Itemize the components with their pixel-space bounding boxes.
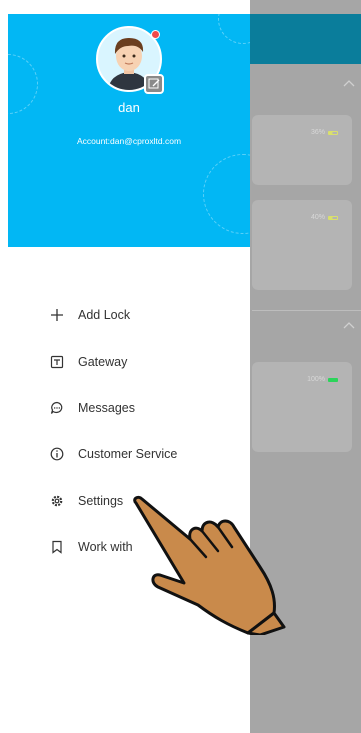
battery-yellow-icon bbox=[328, 130, 338, 135]
avatar[interactable] bbox=[96, 26, 164, 94]
battery-percent: 36% bbox=[311, 129, 338, 136]
decorative-circle bbox=[203, 154, 250, 234]
battery-percent: 40% bbox=[311, 214, 338, 221]
menu-item-label: Gateway bbox=[78, 355, 128, 369]
menu-item-label: Messages bbox=[78, 401, 135, 415]
menu-item-messages[interactable]: Messages bbox=[50, 393, 240, 423]
menu-item-gateway[interactable]: Gateway bbox=[50, 347, 240, 377]
notification-dot bbox=[151, 30, 160, 39]
divider bbox=[252, 310, 361, 311]
account-email: Account:dan@cproxltd.com bbox=[76, 136, 182, 146]
gear-icon bbox=[50, 494, 64, 508]
battery-green-icon bbox=[328, 377, 338, 382]
edit-icon[interactable] bbox=[144, 74, 164, 94]
pointing-hand-icon bbox=[133, 495, 286, 635]
chat-icon bbox=[50, 401, 64, 415]
background-lock-card[interactable]: 36% bbox=[252, 115, 352, 185]
decorative-circle bbox=[218, 14, 250, 44]
background-lock-card[interactable]: 40% bbox=[252, 200, 352, 290]
user-name: dan bbox=[118, 100, 140, 115]
gateway-icon bbox=[50, 355, 64, 369]
menu-item-label: Work with bbox=[78, 540, 133, 554]
plus-icon bbox=[50, 308, 64, 322]
menu-item-label: Settings bbox=[78, 494, 124, 508]
chevron-up-icon[interactable] bbox=[343, 78, 355, 90]
menu-item-label: Customer Service bbox=[78, 447, 178, 461]
menu-item-label: Add Lock bbox=[78, 308, 131, 322]
menu-item-add-lock[interactable]: Add Lock bbox=[50, 300, 240, 330]
battery-percent: 100% bbox=[307, 376, 338, 383]
battery-yellow-icon bbox=[328, 215, 338, 220]
info-icon bbox=[50, 447, 64, 461]
drawer-header: dan Account:dan@cproxltd.com bbox=[8, 14, 250, 247]
bookmark-icon bbox=[50, 540, 64, 554]
background-lock-card[interactable]: 100% bbox=[252, 362, 352, 452]
menu-item-customer-service[interactable]: Customer Service bbox=[50, 439, 240, 469]
chevron-up-icon[interactable] bbox=[343, 320, 355, 332]
